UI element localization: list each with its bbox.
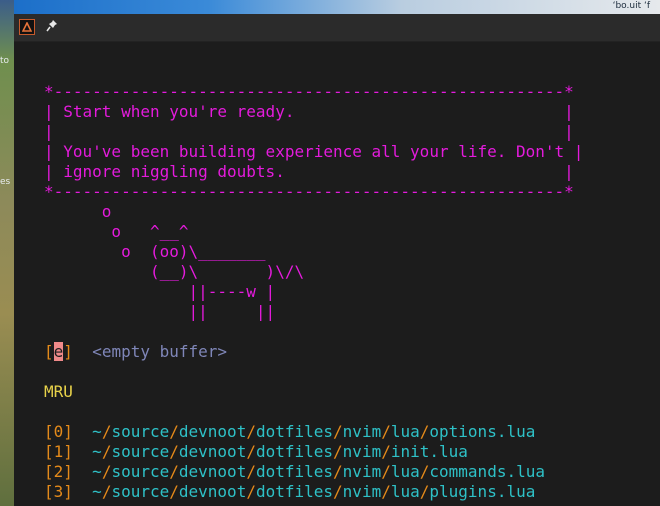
- home-tilde: ~: [92, 462, 102, 481]
- entry-bracket: ]: [63, 342, 73, 361]
- path-segment: nvim: [342, 482, 382, 501]
- header-box-row: | ignore niggling doubts. |: [44, 162, 574, 181]
- path-segment: nvim: [342, 462, 382, 481]
- mru-entry[interactable]: [1] ~/source/devnoot/dotfiles/nvim/init.…: [44, 442, 468, 462]
- path-segment: nvim: [342, 422, 382, 441]
- mru-entry[interactable]: [0] ~/source/devnoot/dotfiles/nvim/lua/o…: [44, 422, 535, 442]
- header-box-row: | Start when you're ready. |: [44, 102, 574, 121]
- cow-art-line: o (oo)\_______: [44, 242, 266, 261]
- mru-entry[interactable]: [3] ~/source/devnoot/dotfiles/nvim/lua/p…: [44, 482, 535, 502]
- header-box-row: | You've been building experience all yo…: [44, 142, 584, 161]
- desktop-text: ʻbo.uit ʻf: [612, 1, 650, 11]
- header-box-top: *---------------------------------------…: [44, 82, 574, 101]
- path-segment: devnoot: [178, 462, 247, 481]
- file-name: init.lua: [390, 442, 468, 461]
- path-segment: lua: [390, 482, 420, 501]
- file-name: plugins.lua: [429, 482, 536, 501]
- desktop-label: es: [0, 177, 11, 187]
- cow-art-line: ||----w |: [44, 282, 276, 301]
- window-titlebar[interactable]: [14, 14, 660, 42]
- file-name: options.lua: [429, 422, 536, 441]
- path-segment: source: [111, 482, 170, 501]
- path-segment: dotfiles: [255, 442, 334, 461]
- empty-buffer-label: <empty buffer>: [92, 342, 228, 361]
- path-segment: lua: [390, 422, 420, 441]
- path-segment: source: [111, 442, 170, 461]
- header-box-row: | |: [44, 122, 574, 141]
- mru-key: [0]: [44, 422, 73, 441]
- desktop-wallpaper-top: ʻbo.uit ʻf: [14, 0, 660, 14]
- mru-key: [3]: [44, 482, 73, 501]
- cow-art-line: o ^__^: [44, 222, 189, 241]
- cow-art-line: o: [44, 202, 112, 221]
- empty-buffer-entry[interactable]: [e] <empty buffer>: [44, 342, 227, 362]
- path-segment: nvim: [342, 442, 382, 461]
- file-name: commands.lua: [429, 462, 545, 481]
- path-segment: source: [111, 462, 170, 481]
- home-tilde: ~: [92, 422, 102, 441]
- mru-key: [2]: [44, 462, 73, 481]
- pin-icon[interactable]: [45, 18, 59, 34]
- mru-section-header: MRU: [44, 382, 73, 401]
- path-segment: devnoot: [178, 442, 247, 461]
- desktop-wallpaper: to es: [0, 0, 14, 506]
- header-box-bottom: *---------------------------------------…: [44, 182, 574, 201]
- entry-bracket: [: [44, 342, 54, 361]
- alacritty-icon[interactable]: [19, 19, 35, 35]
- path-segment: lua: [390, 462, 420, 481]
- mru-entry[interactable]: [2] ~/source/devnoot/dotfiles/nvim/lua/c…: [44, 462, 545, 482]
- desktop-label: to: [0, 56, 10, 66]
- home-tilde: ~: [92, 442, 102, 461]
- path-segment: devnoot: [178, 422, 247, 441]
- path-segment: devnoot: [178, 482, 247, 501]
- cow-art-line: || ||: [44, 302, 276, 321]
- home-tilde: ~: [92, 482, 102, 501]
- entry-key-cursor[interactable]: e: [53, 342, 64, 361]
- path-segment: dotfiles: [255, 462, 334, 481]
- path-segment: dotfiles: [255, 422, 334, 441]
- cow-art-line: (__)\ )\/\: [44, 262, 305, 281]
- path-segment: source: [111, 422, 170, 441]
- startify-screen[interactable]: *---------------------------------------…: [14, 42, 660, 506]
- terminal-window[interactable]: *---------------------------------------…: [14, 14, 660, 506]
- path-segment: dotfiles: [255, 482, 334, 501]
- mru-key: [1]: [44, 442, 73, 461]
